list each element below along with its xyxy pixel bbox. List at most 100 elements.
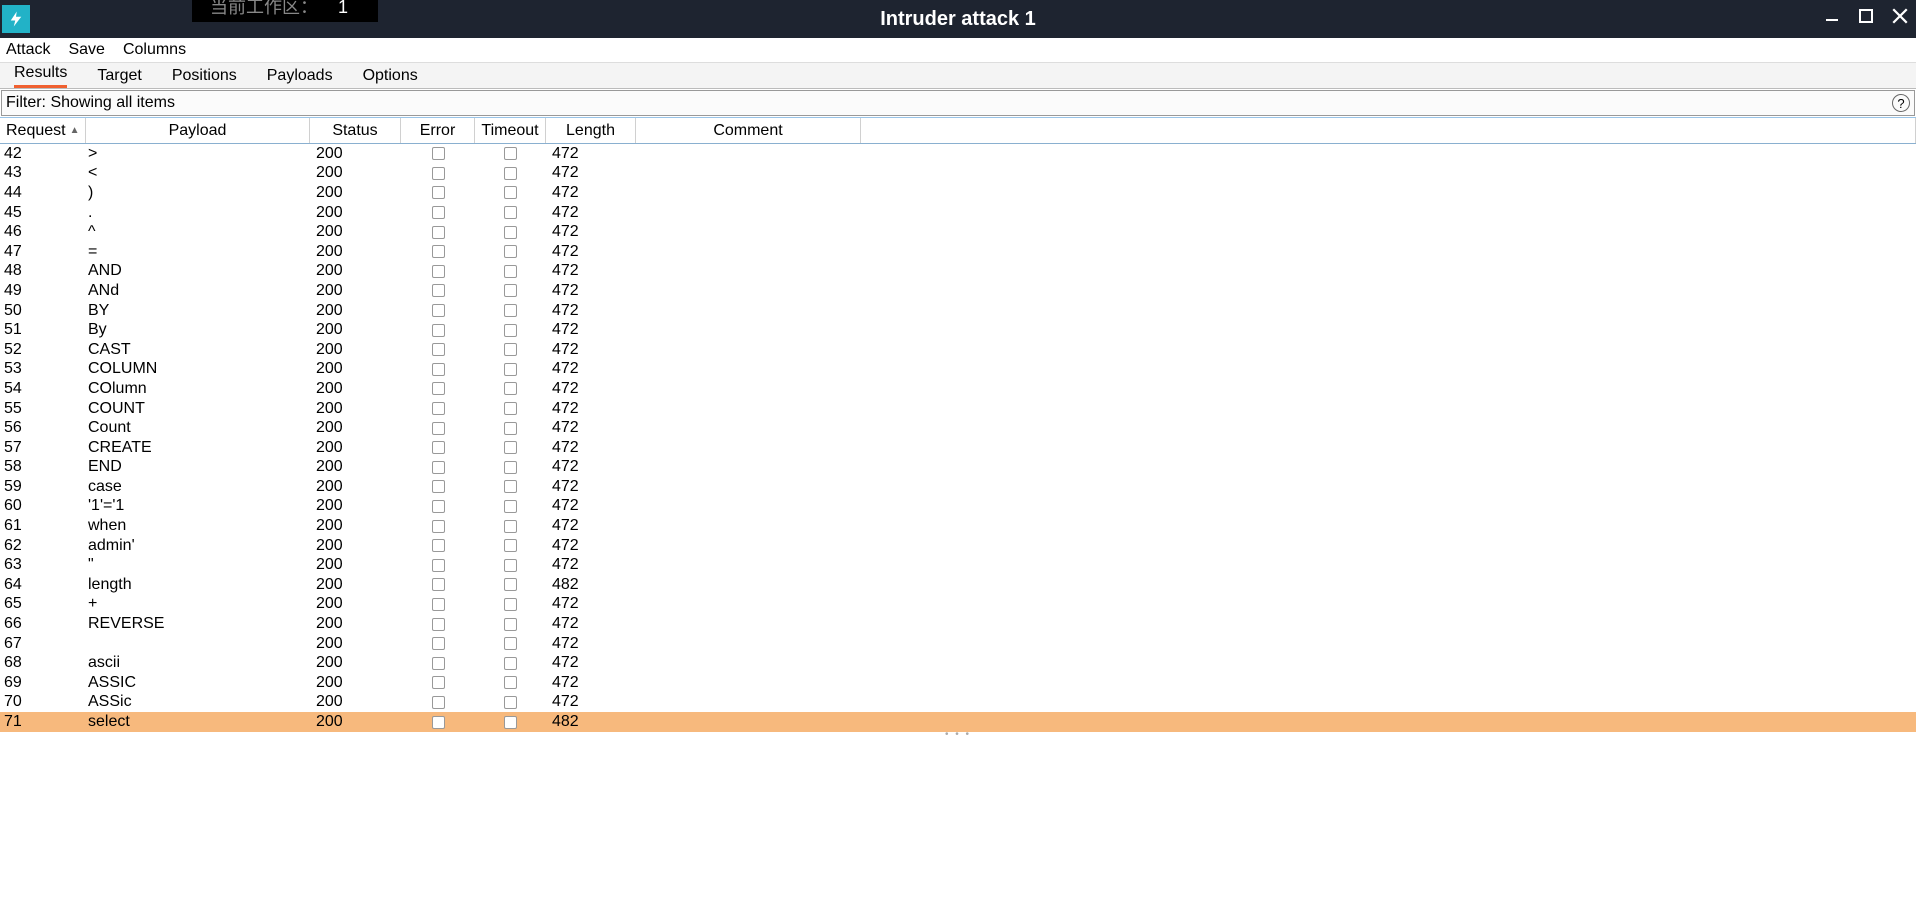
table-row[interactable]: 57CREATE200472 [0,438,1916,458]
table-row[interactable]: 50BY200472 [0,301,1916,321]
error-checkbox[interactable] [432,461,445,474]
timeout-checkbox[interactable] [504,402,517,415]
error-checkbox[interactable] [432,265,445,278]
timeout-checkbox[interactable] [504,716,517,729]
timeout-checkbox[interactable] [504,441,517,454]
table-row[interactable]: 59case200472 [0,477,1916,497]
timeout-checkbox[interactable] [504,520,517,533]
timeout-checkbox[interactable] [504,696,517,709]
error-checkbox[interactable] [432,147,445,160]
error-checkbox[interactable] [432,676,445,689]
table-row[interactable]: 68ascii200472 [0,653,1916,673]
menu-attack[interactable]: Attack [6,41,50,59]
error-checkbox[interactable] [432,186,445,199]
table-row[interactable]: 47=200472 [0,242,1916,262]
timeout-checkbox[interactable] [504,265,517,278]
error-checkbox[interactable] [432,245,445,258]
table-row[interactable]: 63"200472 [0,555,1916,575]
error-checkbox[interactable] [432,500,445,513]
table-row[interactable]: 55COUNT200472 [0,399,1916,419]
table-row[interactable]: 58END200472 [0,458,1916,478]
menu-columns[interactable]: Columns [123,41,186,59]
table-row[interactable]: 60'1'='1200472 [0,497,1916,517]
error-checkbox[interactable] [432,206,445,219]
tab-positions[interactable]: Positions [172,67,237,88]
error-checkbox[interactable] [432,618,445,631]
table-row[interactable]: 67200472 [0,634,1916,654]
timeout-checkbox[interactable] [504,461,517,474]
help-icon[interactable]: ? [1892,94,1910,112]
col-payload[interactable]: Payload [86,118,310,143]
error-checkbox[interactable] [432,324,445,337]
error-checkbox[interactable] [432,441,445,454]
error-checkbox[interactable] [432,637,445,650]
error-checkbox[interactable] [432,167,445,180]
timeout-checkbox[interactable] [504,304,517,317]
table-row[interactable]: 44)200472 [0,183,1916,203]
col-length[interactable]: Length [546,118,636,143]
error-checkbox[interactable] [432,657,445,670]
table-row[interactable]: 65+200472 [0,595,1916,615]
col-status[interactable]: Status [310,118,401,143]
table-row[interactable]: 66REVERSE200472 [0,614,1916,634]
timeout-checkbox[interactable] [504,539,517,552]
timeout-checkbox[interactable] [504,637,517,650]
table-row[interactable]: 70ASSic200472 [0,693,1916,713]
table-row[interactable]: 42>200472 [0,144,1916,164]
table-row[interactable]: 64length200482 [0,575,1916,595]
timeout-checkbox[interactable] [504,245,517,258]
error-checkbox[interactable] [432,284,445,297]
tab-results[interactable]: Results [14,64,67,88]
error-checkbox[interactable] [432,539,445,552]
timeout-checkbox[interactable] [504,343,517,356]
col-comment[interactable]: Comment [636,118,861,143]
tab-options[interactable]: Options [363,67,418,88]
table-row[interactable]: 48AND200472 [0,262,1916,282]
error-checkbox[interactable] [432,363,445,376]
table-row[interactable]: 53COLUMN200472 [0,360,1916,380]
timeout-checkbox[interactable] [504,618,517,631]
menu-save[interactable]: Save [68,41,104,59]
table-row[interactable]: 54COlumn200472 [0,379,1916,399]
table-row[interactable]: 51By200472 [0,320,1916,340]
col-timeout[interactable]: Timeout [475,118,546,143]
timeout-checkbox[interactable] [504,226,517,239]
timeout-checkbox[interactable] [504,676,517,689]
error-checkbox[interactable] [432,578,445,591]
timeout-checkbox[interactable] [504,422,517,435]
error-checkbox[interactable] [432,226,445,239]
timeout-checkbox[interactable] [504,167,517,180]
table-row[interactable]: 52CAST200472 [0,340,1916,360]
timeout-checkbox[interactable] [504,657,517,670]
col-error[interactable]: Error [401,118,475,143]
table-row[interactable]: 45.200472 [0,203,1916,223]
error-checkbox[interactable] [432,422,445,435]
timeout-checkbox[interactable] [504,363,517,376]
timeout-checkbox[interactable] [504,186,517,199]
timeout-checkbox[interactable] [504,598,517,611]
pane-resize-handle[interactable]: • • • [0,732,1916,738]
filter-bar[interactable]: Filter: Showing all items ? [1,90,1915,116]
table-row[interactable]: 46^200472 [0,222,1916,242]
timeout-checkbox[interactable] [504,147,517,160]
error-checkbox[interactable] [432,520,445,533]
error-checkbox[interactable] [432,304,445,317]
timeout-checkbox[interactable] [504,284,517,297]
timeout-checkbox[interactable] [504,559,517,572]
error-checkbox[interactable] [432,598,445,611]
col-request[interactable]: Request▲ [0,118,86,143]
error-checkbox[interactable] [432,696,445,709]
table-row[interactable]: 69ASSIC200472 [0,673,1916,693]
table-row[interactable]: 61when200472 [0,516,1916,536]
tab-payloads[interactable]: Payloads [267,67,333,88]
timeout-checkbox[interactable] [504,382,517,395]
timeout-checkbox[interactable] [504,500,517,513]
maximize-button[interactable] [1856,6,1876,26]
timeout-checkbox[interactable] [504,324,517,337]
timeout-checkbox[interactable] [504,480,517,493]
error-checkbox[interactable] [432,382,445,395]
minimize-button[interactable] [1822,6,1842,26]
error-checkbox[interactable] [432,559,445,572]
table-row[interactable]: 43<200472 [0,164,1916,184]
close-button[interactable] [1890,6,1910,26]
